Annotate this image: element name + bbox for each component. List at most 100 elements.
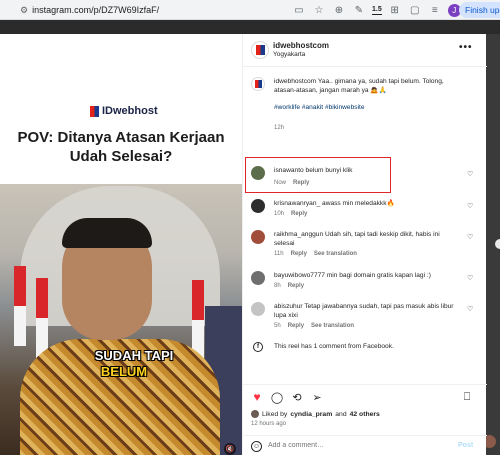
playlist-icon[interactable]: ≡ <box>428 3 442 17</box>
caption-hashtags[interactable]: #worklife #anakit #bikinwebsite <box>274 104 365 111</box>
comment-age: 8h <box>274 283 281 289</box>
like-comment-icon[interactable]: ♡ <box>467 305 473 313</box>
facebook-icon: f <box>253 342 263 352</box>
post-header: idwebhostcom Yogyakarta ••• <box>243 34 487 67</box>
comment-avatar[interactable] <box>251 302 265 316</box>
more-options-icon[interactable]: ••• <box>459 42 473 53</box>
comment-body: isnawanto belum bunyi klik <box>274 166 462 175</box>
comment-meta: 5h Reply See translation <box>274 323 354 329</box>
video-headline: POV: Ditanya Atasan Kerjaan Udah Selesai… <box>17 129 225 165</box>
reply-button[interactable]: Reply <box>288 323 304 329</box>
see-translation-link[interactable]: See translation <box>311 323 354 329</box>
comment-username[interactable]: abiszuhur <box>274 303 303 310</box>
comment-age: 11h <box>274 251 284 257</box>
brand-name: IDwebhost <box>102 105 158 117</box>
comment-text: min bagi domain gratis kapan lagi :) <box>326 272 431 279</box>
url-text[interactable]: instagram.com/p/DZ7W69IzfaF/ <box>32 5 159 15</box>
comment-avatar[interactable] <box>251 230 265 244</box>
comment-body: raikhma_anggun Udah sih, tapi tadi keski… <box>274 230 462 248</box>
cast-icon[interactable]: ▭ <box>292 3 306 17</box>
flag-shape <box>192 280 204 360</box>
zoom-level-icon[interactable]: 1.5 <box>372 6 382 15</box>
brand-logo: IDwebhost <box>90 104 158 118</box>
liked-by-others[interactable]: 42 others <box>350 411 380 418</box>
comment-avatar[interactable] <box>251 271 265 285</box>
flag-shape <box>36 278 48 358</box>
comment-text: belum bunyi klik <box>305 167 353 174</box>
share-icon[interactable]: ➢ <box>311 391 323 404</box>
comment-body: krisnawanryan_ awass min meledakkk🔥 <box>274 199 462 208</box>
comment-body: abiszuhur Tetap jawabannya sudah, tapi p… <box>274 302 462 320</box>
comment-avatar[interactable] <box>251 166 265 180</box>
save-bookmark-icon[interactable]: ⎕ <box>461 391 473 403</box>
comment-username[interactable]: isnawanto <box>274 167 304 174</box>
post-age: 12 hours ago <box>251 421 287 427</box>
comment-username[interactable]: bayuwibowo7777 <box>274 272 325 279</box>
caption-avatar[interactable] <box>251 77 265 91</box>
likes-summary: Liked by cyndia_pram and 42 others <box>251 410 380 418</box>
liked-by-user[interactable]: cyndia_pram <box>290 411 332 418</box>
comment-username[interactable]: krisnawanryan_ <box>274 200 320 207</box>
browser-toolbar: ⚙ instagram.com/p/DZ7W69IzfaF/ ▭ ☆ ⊕ ✎ 1… <box>0 0 500 20</box>
comment-icon[interactable]: ◯ <box>271 391 283 404</box>
bookmark-star-icon[interactable]: ☆ <box>312 3 326 17</box>
comment-meta: 11h Reply See translation <box>274 251 357 257</box>
like-comment-icon[interactable]: ♡ <box>467 170 473 178</box>
reply-button[interactable]: Reply <box>293 180 309 186</box>
like-icon[interactable]: ♥ <box>251 390 263 404</box>
author-username[interactable]: idwebhostcom <box>273 41 329 50</box>
reply-button[interactable]: Reply <box>291 251 307 257</box>
caption-meta: 12h <box>274 125 284 131</box>
comment-avatar[interactable] <box>251 199 265 213</box>
next-post-button[interactable] <box>495 239 500 249</box>
reel-video[interactable]: IDwebhost POV: Ditanya Atasan Kerjaan Ud… <box>0 34 242 455</box>
like-comment-icon[interactable]: ♡ <box>467 202 473 210</box>
caption-username[interactable]: idwebhostcom <box>274 78 316 85</box>
post-actions: ♥ ◯ ⟲ ➢ ⎕ Liked by cyndia_pram and 42 ot… <box>243 384 487 455</box>
modal-backdrop-top <box>0 20 500 34</box>
comment-body: bayuwibowo7777 min bagi domain gratis ka… <box>274 271 462 280</box>
flag-shape <box>14 266 26 346</box>
action-icons: ♥ ◯ ⟲ ➢ <box>251 390 323 404</box>
toolbar-actions: ▭ ☆ ⊕ ✎ 1.5 ⊞ ▢ ≡ J ⋮ <box>292 2 481 18</box>
like-comment-icon[interactable]: ♡ <box>467 233 473 241</box>
site-settings-icon[interactable]: ⚙ <box>20 5 28 16</box>
facebook-note-text: This reel has 1 comment from Facebook. <box>274 343 394 350</box>
highlight-box <box>245 157 391 193</box>
see-translation-link[interactable]: See translation <box>314 251 357 257</box>
reply-button[interactable]: Reply <box>291 211 307 217</box>
liked-by-suffix: and <box>335 410 347 418</box>
brand-logo-icon <box>90 105 99 117</box>
comment-username[interactable]: raikhma_anggun <box>274 231 323 238</box>
address-bar[interactable]: ⚙ instagram.com/p/DZ7W69IzfaF/ <box>20 2 320 18</box>
post-location[interactable]: Yogyakarta <box>273 51 305 58</box>
post-details-panel: idwebhostcom Yogyakarta ••• idwebhostcom… <box>242 34 487 455</box>
comment-age: Now <box>274 180 287 186</box>
comment-meta: Now Reply <box>274 180 309 186</box>
screenshot-icon[interactable]: ⊞ <box>388 3 402 17</box>
liker-avatar[interactable] <box>251 410 259 418</box>
post-comment-button[interactable]: Post <box>458 442 473 449</box>
video-caption-line1: SUDAH TAPI <box>94 348 174 363</box>
author-avatar[interactable] <box>251 41 269 59</box>
caption-age: 12h <box>274 125 285 131</box>
reply-button[interactable]: Reply <box>288 283 304 289</box>
comment-meta: 8h Reply <box>274 283 304 289</box>
comments-list[interactable]: idwebhostcom Yaa.. gimana ya, sudah tapi… <box>243 67 487 384</box>
emoji-icon[interactable]: ☺ <box>251 441 262 452</box>
video-caption-line2: BELUM <box>100 364 148 379</box>
caption-body: idwebhostcom Yaa.. gimana ya, sudah tapi… <box>274 77 462 112</box>
add-comment-input[interactable] <box>268 442 438 449</box>
finish-update-button[interactable]: Finish upda <box>459 2 500 18</box>
pen-icon[interactable]: ✎ <box>352 3 366 17</box>
extension-icon[interactable]: ⊕ <box>332 3 346 17</box>
extensions-puzzle-icon[interactable]: ▢ <box>408 3 422 17</box>
add-comment-bar: ☺ Post <box>243 435 487 455</box>
comment-meta: 10h Reply <box>274 211 307 217</box>
comment-text: awass min meledakkk🔥 <box>322 200 395 207</box>
like-comment-icon[interactable]: ♡ <box>467 274 473 282</box>
mute-icon[interactable]: 🔇 <box>224 443 236 455</box>
person-hair-shape <box>62 218 152 248</box>
liked-by-prefix: Liked by <box>262 410 288 418</box>
repost-icon[interactable]: ⟲ <box>291 391 303 404</box>
